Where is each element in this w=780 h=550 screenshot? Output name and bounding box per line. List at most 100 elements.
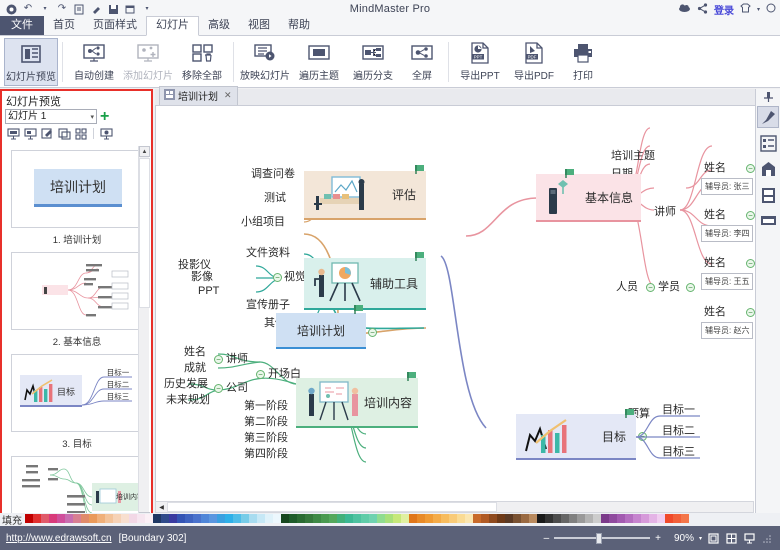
fill-color-bar[interactable]: 填充 xyxy=(0,513,780,527)
color-swatch[interactable] xyxy=(457,513,465,523)
color-swatch[interactable] xyxy=(625,513,633,523)
add-slide-button[interactable]: 添加幻灯片 xyxy=(121,38,175,86)
tab-page-style[interactable]: 页面样式 xyxy=(84,17,146,35)
color-swatch[interactable] xyxy=(241,513,249,523)
color-swatch[interactable] xyxy=(41,513,49,523)
color-swatch[interactable] xyxy=(105,513,113,523)
slide-thumbnail-3[interactable]: 目标 目标一 目标二 目标三 xyxy=(11,354,143,432)
color-swatch[interactable] xyxy=(337,513,345,523)
color-swatch[interactable] xyxy=(585,513,593,523)
presentation-icon[interactable] xyxy=(743,532,756,545)
slide-tools-row[interactable] xyxy=(2,125,151,143)
color-swatch[interactable] xyxy=(201,513,209,523)
grid-view-icon[interactable] xyxy=(725,532,738,545)
node-goal-1[interactable]: 目标一 xyxy=(662,404,695,417)
mindmap-canvas[interactable]: 调查问卷 测试 小组项目 − xyxy=(156,106,779,525)
color-swatch[interactable] xyxy=(169,513,177,523)
document-tab[interactable]: 培训计划 ✕ xyxy=(159,86,238,105)
add-slide-plus-button[interactable]: + xyxy=(100,108,109,124)
theme-icon[interactable] xyxy=(757,158,779,180)
color-swatch[interactable] xyxy=(209,513,217,523)
walk-topic-button[interactable]: 遍历主题 xyxy=(292,38,346,86)
color-swatch[interactable] xyxy=(313,513,321,523)
slide-edit-icon[interactable] xyxy=(40,127,54,140)
color-swatch[interactable] xyxy=(89,513,97,523)
color-swatch[interactable] xyxy=(57,513,65,523)
color-swatch[interactable] xyxy=(617,513,625,523)
slide-list[interactable]: 培训计划 1. 培训计划 2. 基本信息 目标 目标一 目标二 目标三 3. 目… xyxy=(4,146,150,523)
color-swatch[interactable] xyxy=(273,513,281,523)
color-swatch[interactable] xyxy=(225,513,233,523)
status-url-link[interactable]: http://www.edrawsoft.cn xyxy=(6,533,112,544)
color-swatch[interactable] xyxy=(441,513,449,523)
login-link[interactable]: 登录 xyxy=(714,2,734,17)
color-swatch[interactable] xyxy=(217,513,225,523)
color-swatch[interactable] xyxy=(249,513,257,523)
zoom-slider[interactable] xyxy=(554,532,651,544)
zoom-slider-knob[interactable] xyxy=(596,532,603,544)
color-swatch[interactable] xyxy=(289,513,297,523)
zoom-plus-button[interactable]: + xyxy=(655,533,661,544)
fit-page-icon[interactable] xyxy=(707,532,720,545)
color-swatch[interactable] xyxy=(353,513,361,523)
color-swatch[interactable] xyxy=(409,513,417,523)
color-swatch[interactable] xyxy=(449,513,457,523)
color-swatch[interactable] xyxy=(265,513,273,523)
export-pdf-button[interactable]: PDF 导出PDF xyxy=(507,38,561,86)
tab-advanced[interactable]: 高级 xyxy=(199,17,239,35)
color-swatch[interactable] xyxy=(153,513,161,523)
color-swatch[interactable] xyxy=(65,513,73,523)
color-swatch[interactable] xyxy=(97,513,105,523)
slide-item-1[interactable]: 培训计划 1. 培训计划 xyxy=(11,150,143,248)
outline-icon[interactable] xyxy=(757,132,779,154)
color-swatch[interactable] xyxy=(665,513,673,523)
color-swatch[interactable] xyxy=(577,513,585,523)
color-swatch[interactable] xyxy=(121,513,129,523)
color-swatch[interactable] xyxy=(641,513,649,523)
scroll-thumb[interactable] xyxy=(139,158,150,308)
slide-item-2[interactable]: 2. 基本信息 xyxy=(11,252,143,350)
pin-icon[interactable] xyxy=(757,91,779,102)
color-swatch[interactable] xyxy=(185,513,193,523)
zoom-minus-button[interactable]: – xyxy=(544,533,550,544)
node-goal-2[interactable]: 目标二 xyxy=(662,425,695,438)
color-swatch[interactable] xyxy=(681,513,689,523)
color-swatch[interactable] xyxy=(377,513,385,523)
export-ppt-button[interactable]: PPT 导出PPT xyxy=(453,38,507,86)
color-swatch[interactable] xyxy=(673,513,681,523)
help-circle-icon[interactable] xyxy=(766,3,776,16)
color-swatch[interactable] xyxy=(361,513,369,523)
color-swatch[interactable] xyxy=(489,513,497,523)
canvas-horizontal-scrollbar[interactable]: ◀ xyxy=(155,501,754,513)
ribbon-tab-bar[interactable]: 文件 首页 页面样式 幻灯片 高级 视图 帮助 xyxy=(0,16,780,36)
color-swatch[interactable] xyxy=(113,513,121,523)
hscroll-thumb[interactable] xyxy=(167,502,497,512)
slide-copy-icon[interactable] xyxy=(57,127,71,140)
skin-dropdown-icon[interactable]: ▾ xyxy=(757,6,760,13)
format-brush-icon[interactable] xyxy=(757,106,779,128)
color-swatch[interactable] xyxy=(513,513,521,523)
hscroll-left-arrow[interactable]: ◀ xyxy=(156,502,167,512)
color-swatch[interactable] xyxy=(521,513,529,523)
node-goal-3[interactable]: 目标三 xyxy=(662,446,695,459)
color-swatch[interactable] xyxy=(553,513,561,523)
color-swatch[interactable] xyxy=(385,513,393,523)
color-swatch[interactable] xyxy=(465,513,473,523)
shirt-icon[interactable] xyxy=(740,3,751,16)
color-swatch[interactable] xyxy=(145,513,153,523)
color-swatch[interactable] xyxy=(481,513,489,523)
right-dock[interactable] xyxy=(755,89,780,526)
color-swatch[interactable] xyxy=(177,513,185,523)
color-swatch[interactable] xyxy=(529,513,537,523)
color-swatch[interactable] xyxy=(329,513,337,523)
color-swatch[interactable] xyxy=(393,513,401,523)
color-swatch-strip[interactable] xyxy=(25,513,689,526)
document-tab-strip[interactable]: 培训计划 ✕ xyxy=(155,86,780,106)
slide-preview-button[interactable]: 幻灯片预览 xyxy=(4,37,58,86)
color-swatch[interactable] xyxy=(233,513,241,523)
color-swatch[interactable] xyxy=(81,513,89,523)
color-swatch[interactable] xyxy=(425,513,433,523)
slide-thumbnail-1[interactable]: 培训计划 xyxy=(11,150,143,228)
color-swatch[interactable] xyxy=(473,513,481,523)
color-swatch[interactable] xyxy=(49,513,57,523)
